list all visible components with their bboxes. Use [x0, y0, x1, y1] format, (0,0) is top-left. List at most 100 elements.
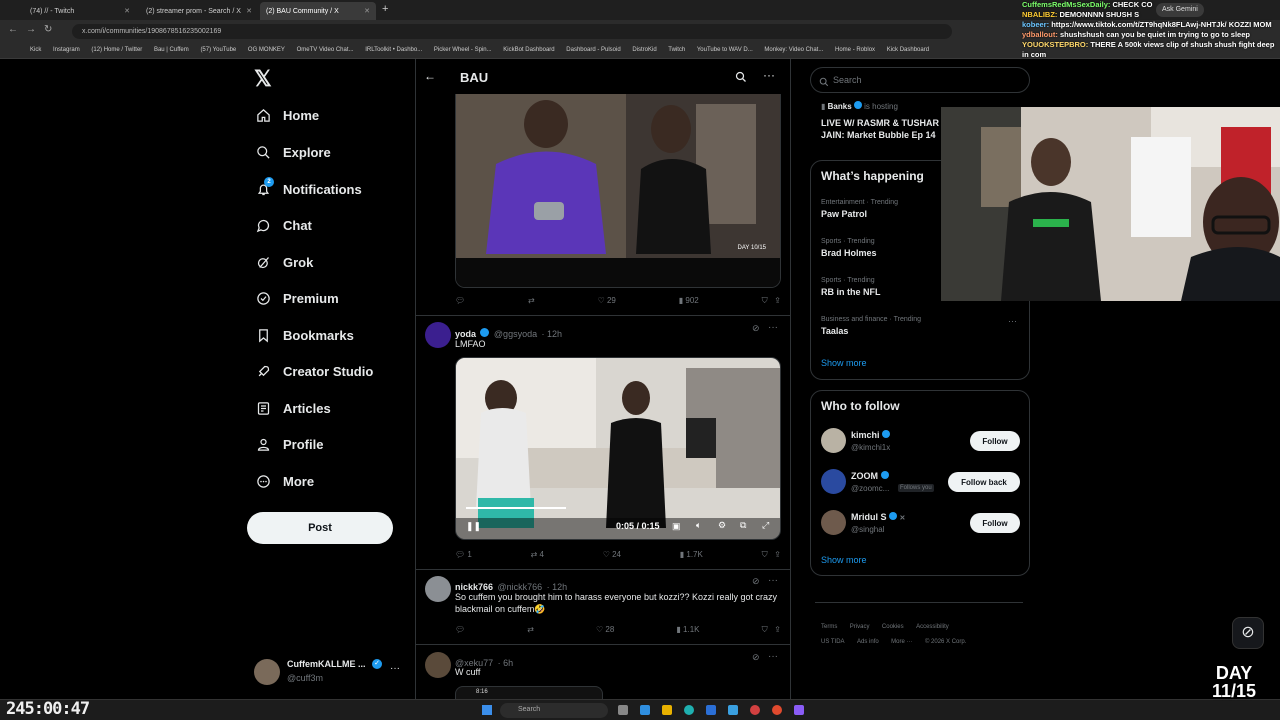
- edge-icon[interactable]: [684, 705, 694, 715]
- search-input[interactable]: Search: [810, 67, 1030, 93]
- bookmark-item[interactable]: OmeTV Video Chat...: [297, 47, 354, 53]
- fullscreen-icon[interactable]: ⤢: [762, 520, 769, 531]
- sidebar-item-premium[interactable]: Premium: [255, 290, 339, 306]
- post-button[interactable]: Post: [247, 512, 393, 544]
- chrome-icon[interactable]: [772, 705, 782, 715]
- show-more-link[interactable]: Show more: [821, 358, 867, 368]
- bookmark-item[interactable]: Home - Roblox: [835, 47, 875, 53]
- bookmark-icon[interactable]: ⛉ ⇪: [762, 550, 781, 560]
- avatar[interactable]: [821, 469, 846, 494]
- volume-icon[interactable]: 🔈︎: [696, 520, 701, 531]
- reply-button[interactable]: 💬︎ 1: [455, 550, 472, 560]
- reload-icon[interactable]: ↻: [44, 24, 52, 35]
- browser-tab-search[interactable]: (2) streamer prom - Search / X ✕: [140, 2, 258, 20]
- footer-link[interactable]: Ads info: [857, 639, 879, 645]
- new-tab-icon[interactable]: +: [382, 3, 388, 15]
- file-explorer-icon[interactable]: [662, 705, 672, 715]
- footer-link[interactable]: US TIDA: [821, 639, 845, 645]
- trend-item[interactable]: Business and finance · Trending Taalas: [821, 316, 921, 336]
- follow-suggestion-name[interactable]: ZOOM: [851, 471, 889, 481]
- forward-icon[interactable]: →: [26, 24, 36, 35]
- sidebar-item-notifications[interactable]: 2 Notifications: [255, 177, 362, 197]
- close-icon[interactable]: ✕: [124, 7, 130, 15]
- bookmark-item[interactable]: (57) YouTube: [200, 47, 236, 53]
- more-dots-icon[interactable]: ···: [763, 68, 775, 82]
- follow-back-button[interactable]: Follow back: [948, 472, 1020, 492]
- bookmark-item[interactable]: KickBot Dashboard: [503, 47, 554, 53]
- task-view-icon[interactable]: [618, 705, 628, 715]
- app-icon[interactable]: [750, 705, 760, 715]
- trend-item[interactable]: Sports · Trending Brad Holmes: [821, 238, 877, 258]
- trend-item[interactable]: Entertainment · Trending Paw Patrol: [821, 199, 898, 219]
- avatar[interactable]: [821, 428, 846, 453]
- bookmark-icon[interactable]: ⛉ ⇪: [762, 296, 781, 306]
- search-icon[interactable]: [735, 70, 747, 88]
- browser-tab-twitch[interactable]: (74) // - Twitch ✕: [24, 2, 136, 20]
- tweet-time[interactable]: · 6h: [498, 658, 514, 668]
- bookmark-item[interactable]: DistroKid: [632, 47, 656, 53]
- like-button[interactable]: ♡ 24: [603, 550, 621, 560]
- follow-button[interactable]: Follow: [970, 513, 1020, 533]
- tweet-media-image[interactable]: DAY 10/15: [455, 94, 781, 288]
- avatar[interactable]: [821, 510, 846, 535]
- windows-start-icon[interactable]: [482, 705, 492, 715]
- footer-link[interactable]: More ···: [891, 639, 912, 645]
- bookmark-item[interactable]: Picker Wheel - Spin...: [434, 47, 492, 53]
- sidebar-item-chat[interactable]: Chat: [255, 217, 312, 233]
- grok-icon[interactable]: ⊘: [752, 323, 760, 334]
- sidebar-item-articles[interactable]: Articles: [255, 400, 331, 416]
- tweet-media-image[interactable]: 8:16: [455, 686, 603, 699]
- more-dots-icon[interactable]: ···: [1008, 316, 1017, 326]
- sidebar-item-home[interactable]: Home: [255, 107, 319, 123]
- reply-icon[interactable]: 💬︎: [455, 625, 465, 635]
- grok-icon[interactable]: ⊘: [752, 652, 760, 663]
- retweet-icon[interactable]: ⇄: [528, 296, 535, 306]
- back-arrow-icon[interactable]: ←: [424, 69, 436, 83]
- account-switcher[interactable]: CuffemKALLME ... ✓ @cuff3m ···: [254, 657, 404, 687]
- app-icon[interactable]: [640, 705, 650, 715]
- bookmark-icon[interactable]: ⛉ ⇪: [762, 625, 781, 635]
- sidebar-item-bookmarks[interactable]: Bookmarks: [255, 327, 354, 343]
- close-icon[interactable]: ✕: [364, 7, 370, 15]
- bookmark-item[interactable]: Monkey: Video Chat...: [764, 47, 823, 53]
- bookmark-item[interactable]: YouTube to WAV D...: [697, 47, 753, 53]
- more-dots-icon[interactable]: ···: [768, 575, 778, 586]
- sidebar-item-creator-studio[interactable]: Creator Studio: [255, 363, 373, 379]
- grok-icon[interactable]: ⊘: [752, 576, 760, 587]
- app-icon[interactable]: [728, 705, 738, 715]
- more-dots-icon[interactable]: ···: [768, 322, 778, 333]
- back-icon[interactable]: ←: [8, 24, 18, 35]
- app-icon[interactable]: [706, 705, 716, 715]
- show-more-link[interactable]: Show more: [821, 555, 867, 565]
- sidebar-item-grok[interactable]: Grok: [255, 254, 313, 270]
- avatar[interactable]: [425, 652, 451, 678]
- close-icon[interactable]: ✕: [246, 7, 252, 15]
- bookmark-item[interactable]: Bau | Cuffem: [154, 47, 189, 53]
- tweet-author-handle[interactable]: @ggsyoda: [494, 329, 537, 339]
- retweet-icon[interactable]: ⇄: [527, 625, 534, 635]
- bookmark-item[interactable]: Twitch: [668, 47, 685, 53]
- more-dots-icon[interactable]: ···: [768, 651, 778, 662]
- follow-suggestion-name[interactable]: Mridul S ✕: [851, 512, 905, 522]
- trend-item[interactable]: Sports · Trending RB in the NFL: [821, 277, 881, 297]
- live-space-title[interactable]: LIVE W/ RASMR & TUSHAR JAIN: Market Bubb…: [821, 117, 943, 141]
- tweet-video[interactable]: ❚❚ 0:05 / 0:15 ▣ 🔈︎ ⚙ ⧉ ⤢: [455, 357, 781, 540]
- taskbar-search[interactable]: Search: [500, 703, 608, 718]
- bookmark-item[interactable]: Kick: [30, 47, 41, 53]
- bookmark-item[interactable]: IRLToolkit • Dashbo...: [365, 47, 422, 53]
- grok-icon[interactable]: ⊘: [1232, 617, 1264, 649]
- captions-icon[interactable]: ▣: [672, 521, 681, 532]
- bookmark-item[interactable]: Kick Dashboard: [887, 47, 929, 53]
- bookmark-item[interactable]: Dashboard - Pulsoid: [566, 47, 620, 53]
- reply-icon[interactable]: 💬︎: [455, 296, 465, 306]
- like-button[interactable]: ♡ 28: [596, 625, 614, 635]
- browser-tab-bau[interactable]: (2) BAU Community / X ✕: [260, 2, 376, 20]
- retweet-button[interactable]: ⇄ 4: [531, 550, 544, 560]
- bookmark-item[interactable]: OG MONKEY: [248, 47, 285, 53]
- url-input[interactable]: x.com/i/communities/1908678516235002169: [72, 24, 952, 39]
- bookmark-item[interactable]: Instagram: [53, 47, 80, 53]
- like-button[interactable]: ♡ 29: [598, 296, 616, 306]
- pause-icon[interactable]: ❚❚: [466, 521, 481, 532]
- app-icon[interactable]: [794, 705, 804, 715]
- sidebar-item-more[interactable]: More: [255, 473, 314, 489]
